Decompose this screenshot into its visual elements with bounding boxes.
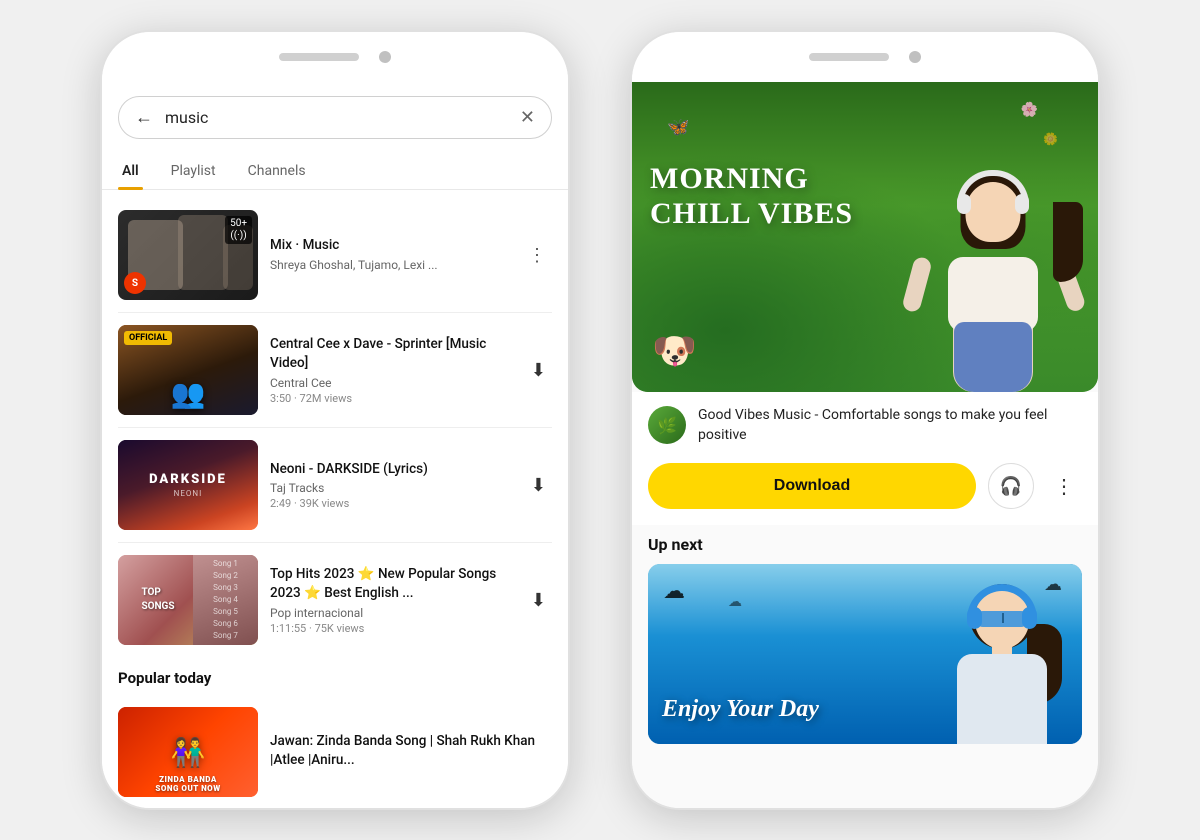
result-item-mix[interactable]: 50+ ((·)) S Mix · Music Shreya Ghoshal, … bbox=[118, 200, 552, 310]
result-thumb-zinda: 👫 ZINDA BANDASONG OUT NOW bbox=[118, 707, 258, 797]
result-info-darkside: Neoni - DARKSIDE (Lyrics) Taj Tracks 2:4… bbox=[270, 460, 513, 511]
popular-title: Popular today bbox=[118, 669, 552, 687]
result-subtitle-tophits: Pop internacional bbox=[270, 606, 513, 620]
right-phone-top-bar bbox=[632, 32, 1098, 82]
left-phone: ← music ✕ All Playlist Channels bbox=[100, 30, 570, 810]
right-phone-content: 🦋 Morning Chill Vibes bbox=[632, 82, 1098, 808]
result-info-tophits: Top Hits 2023 ⭐ New Popular Songs 2023 ⭐… bbox=[270, 565, 513, 635]
download-icon-tophits[interactable]: ⬇ bbox=[525, 584, 552, 617]
result-title-zinda: Jawan: Zinda Banda Song | Shah Rukh Khan… bbox=[270, 732, 552, 770]
right-phone-camera bbox=[909, 51, 921, 63]
hero-title: Morning Chill Vibes bbox=[650, 162, 860, 231]
download-icon-central[interactable]: ⬇ bbox=[525, 354, 552, 387]
search-query[interactable]: music bbox=[165, 108, 508, 127]
tab-playlist[interactable]: Playlist bbox=[167, 153, 220, 189]
result-title-darkside: Neoni - DARKSIDE (Lyrics) bbox=[270, 460, 513, 479]
result-subtitle-central: Central Cee bbox=[270, 376, 513, 390]
tophits-label: TOPSONGS bbox=[141, 586, 174, 614]
result-thumb-darkside: DARKSIDE NEONI bbox=[118, 440, 258, 530]
phone-speaker bbox=[279, 53, 359, 61]
result-info-central: Central Cee x Dave - Sprinter [Music Vid… bbox=[270, 335, 513, 405]
result-subtitle-mix: Shreya Ghoshal, Tujamo, Lexi ... bbox=[270, 258, 510, 272]
action-row: Download 🎧 ⋮ bbox=[632, 459, 1098, 525]
flower-icon: 🌸 bbox=[1021, 102, 1038, 118]
popular-section: Popular today 👫 ZINDA BANDASONG OUT NOW … bbox=[102, 655, 568, 808]
divider-1 bbox=[118, 312, 552, 313]
tab-channels[interactable]: Channels bbox=[244, 153, 310, 189]
channel-row: 🌿 Good Vibes Music - Comfortable songs t… bbox=[632, 392, 1098, 459]
left-phone-top-bar bbox=[102, 32, 568, 82]
zinda-text: ZINDA BANDASONG OUT NOW bbox=[118, 775, 258, 793]
result-item-tophits[interactable]: TOPSONGS Song 1Song 2Song 3Song 4Song 5S… bbox=[118, 545, 552, 655]
result-thumb-central: 👥 OFFICIAL bbox=[118, 325, 258, 415]
result-meta-central: 3:50 · 72M views bbox=[270, 392, 513, 405]
result-info-mix: Mix · Music Shreya Ghoshal, Tujamo, Lexi… bbox=[270, 236, 510, 274]
cloud-icon-1: ☁ bbox=[663, 579, 685, 604]
divider-3 bbox=[118, 542, 552, 543]
up-next-section: Up next ☁ ☁ ☁ bbox=[632, 525, 1098, 752]
results-list: 50+ ((·)) S Mix · Music Shreya Ghoshal, … bbox=[102, 200, 568, 655]
search-bar: ← music ✕ bbox=[118, 96, 552, 139]
dog-icon: 🐶 bbox=[652, 330, 697, 372]
back-arrow-icon[interactable]: ← bbox=[135, 107, 153, 128]
up-next-overlay-text: Enjoy Your Day bbox=[662, 695, 819, 724]
darkside-sub: NEONI bbox=[149, 489, 227, 498]
more-options-button[interactable]: ⋮ bbox=[1046, 468, 1082, 504]
more-icon-mix[interactable]: ⋮ bbox=[522, 239, 552, 272]
up-next-image[interactable]: ☁ ☁ ☁ bbox=[648, 564, 1082, 744]
result-item-central[interactable]: 👥 OFFICIAL Central Cee x Dave - Sprinter… bbox=[118, 315, 552, 425]
phone-camera bbox=[379, 51, 391, 63]
up-next-title: Up next bbox=[648, 535, 1082, 554]
divider-2 bbox=[118, 427, 552, 428]
mix-logo: S bbox=[124, 272, 146, 294]
channel-info: Good Vibes Music - Comfortable songs to … bbox=[698, 406, 1082, 445]
left-phone-content: ← music ✕ All Playlist Channels bbox=[102, 82, 568, 808]
download-icon-darkside[interactable]: ⬇ bbox=[525, 469, 552, 502]
tabs-row: All Playlist Channels bbox=[102, 153, 568, 190]
result-title-central: Central Cee x Dave - Sprinter [Music Vid… bbox=[270, 335, 513, 373]
result-item-zinda[interactable]: 👫 ZINDA BANDASONG OUT NOW Jawan: Zinda B… bbox=[118, 697, 552, 807]
tab-all[interactable]: All bbox=[118, 153, 143, 189]
butterfly-icon: 🦋 bbox=[667, 117, 689, 138]
download-button[interactable]: Download bbox=[648, 463, 976, 509]
up-next-girl-figure bbox=[937, 589, 1067, 744]
result-meta-darkside: 2:49 · 39K views bbox=[270, 497, 513, 510]
clear-search-icon[interactable]: ✕ bbox=[520, 107, 535, 128]
result-item-darkside[interactable]: DARKSIDE NEONI Neoni - DARKSIDE (Lyrics)… bbox=[118, 430, 552, 540]
headphone-button[interactable]: 🎧 bbox=[988, 463, 1034, 509]
right-phone: 🦋 Morning Chill Vibes bbox=[630, 30, 1100, 810]
result-info-zinda: Jawan: Zinda Banda Song | Shah Rukh Khan… bbox=[270, 732, 552, 773]
result-meta-tophits: 1:11:55 · 75K views bbox=[270, 622, 513, 635]
right-phone-speaker bbox=[809, 53, 889, 61]
mix-badge: 50+ ((·)) bbox=[225, 216, 252, 244]
result-thumb-mix: 50+ ((·)) S bbox=[118, 210, 258, 300]
result-thumb-tophits: TOPSONGS Song 1Song 2Song 3Song 4Song 5S… bbox=[118, 555, 258, 645]
result-subtitle-darkside: Taj Tracks bbox=[270, 481, 513, 495]
darkside-title: DARKSIDE bbox=[149, 472, 227, 489]
flower2-icon: 🌼 bbox=[1043, 132, 1058, 146]
hero-girl-figure bbox=[903, 152, 1083, 392]
cloud-icon-3: ☁ bbox=[728, 594, 742, 610]
channel-avatar: 🌿 bbox=[648, 406, 686, 444]
hero-image: 🦋 Morning Chill Vibes bbox=[632, 82, 1098, 392]
result-title-tophits: Top Hits 2023 ⭐ New Popular Songs 2023 ⭐… bbox=[270, 565, 513, 603]
result-title-mix: Mix · Music bbox=[270, 236, 510, 255]
